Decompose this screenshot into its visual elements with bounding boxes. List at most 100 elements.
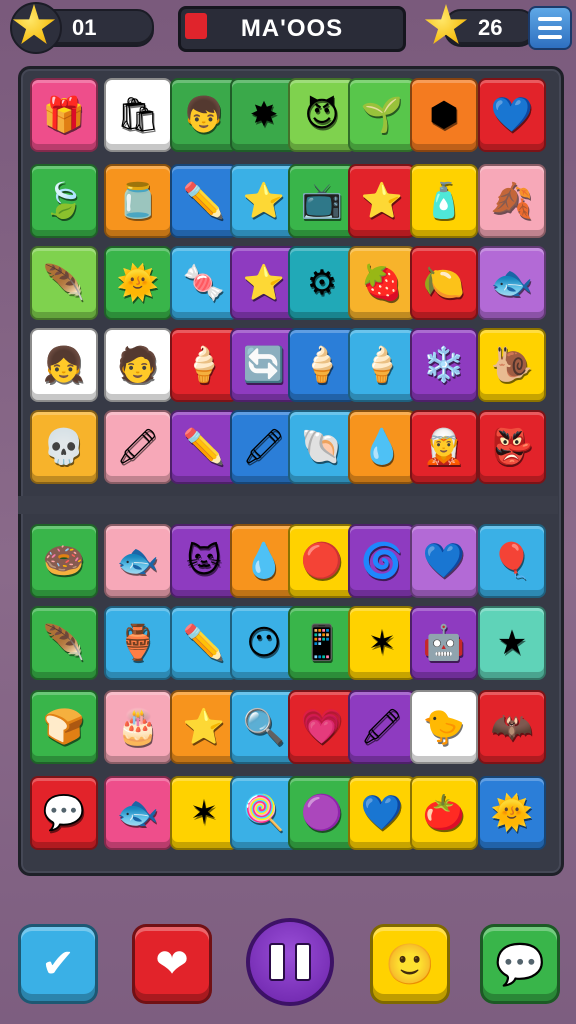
face-button[interactable]: 🙂 (370, 924, 450, 1004)
chat-button[interactable]: 💬 (480, 924, 560, 1004)
gift-box-icon: 🎁 (42, 95, 86, 135)
tile-r1-c3[interactable]: 👦 (170, 78, 238, 152)
tile-r8-c5[interactable]: 💗 (288, 690, 356, 764)
tile-r9-c3[interactable]: ✶ (170, 776, 238, 850)
heart-button[interactable]: ❤ (132, 924, 212, 1004)
tile-r4-c8[interactable]: 🐌 (478, 328, 546, 402)
tile-r6-c2[interactable]: 🐟 (104, 524, 172, 598)
tile-r7-c6[interactable]: ✶ (348, 606, 416, 680)
tile-r2-c3[interactable]: ✏️ (170, 164, 238, 238)
menu-button[interactable] (528, 6, 572, 50)
check-button[interactable]: ✔ (18, 924, 98, 1004)
tile-r4-c2[interactable]: 🧑 (104, 328, 172, 402)
cake-slice-icon: 🎂 (116, 707, 160, 747)
tile-r3-c6[interactable]: 🍓 (348, 246, 416, 320)
tile-r2-c1[interactable]: 🍃 (30, 164, 98, 238)
tile-r8-c8[interactable]: 🦇 (478, 690, 546, 764)
devil-face-icon: 😈 (304, 95, 340, 135)
sun-icon: 🌞 (116, 263, 160, 303)
tile-r1-c5[interactable]: 😈 (288, 78, 356, 152)
tiki-jar-icon: 🫙 (116, 181, 160, 221)
tile-r8-c3[interactable]: ⭐ (170, 690, 238, 764)
tile-r1-c1[interactable]: 🎁 (30, 78, 98, 152)
tile-r7-c2[interactable]: 🏺 (104, 606, 172, 680)
tile-r4-c5[interactable]: 🍦 (288, 328, 356, 402)
blue-feather-icon: 🪶 (42, 623, 86, 663)
tile-r6-c7[interactable]: 💙 (410, 524, 478, 598)
tile-r2-c7[interactable]: 🧴 (410, 164, 478, 238)
tile-r2-c2[interactable]: 🫙 (104, 164, 172, 238)
tile-r4-c3[interactable]: 🍦 (170, 328, 238, 402)
green-slug-icon: 🐌 (490, 345, 534, 385)
cube-shield-icon: ⬢ (429, 95, 459, 135)
tile-r8-c6[interactable]: 🖍 (348, 690, 416, 764)
toaster-icon: 🍞 (42, 707, 86, 747)
tile-r1-c8[interactable]: 💙 (478, 78, 546, 152)
tile-r6-c1[interactable]: 🍩 (30, 524, 98, 598)
tile-r9-c8[interactable]: 🌞 (478, 776, 546, 850)
tile-r7-c7[interactable]: 🤖 (410, 606, 478, 680)
tile-r1-c2[interactable]: 🛍 (104, 78, 172, 152)
right-counter-value: 26 (478, 15, 503, 40)
tile-r3-c5[interactable]: ⚙ (288, 246, 356, 320)
jam-jar-icon: 🍓 (360, 263, 404, 303)
tile-r9-c5[interactable]: 🟣 (288, 776, 356, 850)
tile-r3-c1[interactable]: 🪶 (30, 246, 98, 320)
tile-r4-c7[interactable]: ❄️ (410, 328, 478, 402)
tile-r5-c2[interactable]: 🖍 (104, 410, 172, 484)
tile-r4-c6[interactable]: 🍦 (348, 328, 416, 402)
tile-r1-c7[interactable]: ⬢ (410, 78, 478, 152)
yellow-pencil-icon: ✏️ (182, 427, 226, 467)
tile-r9-c2[interactable]: 🐟 (104, 776, 172, 850)
tile-r7-c3[interactable]: ✏️ (170, 606, 238, 680)
pencil-icon: ✏️ (182, 181, 226, 221)
tile-r6-c5[interactable]: 🔴 (288, 524, 356, 598)
tile-r5-c6[interactable]: 💧 (348, 410, 416, 484)
tile-r8-c7[interactable]: 🐤 (410, 690, 478, 764)
tile-r9-c7[interactable]: 🍅 (410, 776, 478, 850)
red-balloon-icon: 🎈 (490, 541, 534, 581)
pause-button[interactable] (246, 918, 334, 1006)
tile-r7-c5[interactable]: 📱 (288, 606, 356, 680)
tile-r2-c6[interactable]: ⭐ (348, 164, 416, 238)
tile-r2-c8[interactable]: 🍂 (478, 164, 546, 238)
feather-icon: 🪶 (42, 263, 86, 303)
tv-screen-icon: 📺 (300, 181, 344, 221)
gold-star-icon: ⭐ (360, 181, 404, 221)
red-starfish-icon: ✶ (367, 623, 397, 663)
tile-r5-c3[interactable]: ✏️ (170, 410, 238, 484)
green-crayon-icon: 🖍 (116, 427, 160, 467)
tile-r7-c1[interactable]: 🪶 (30, 606, 98, 680)
tile-r6-c6[interactable]: 🌀 (348, 524, 416, 598)
magnifier-icon: 🔍 (242, 707, 286, 747)
tile-r3-c7[interactable]: 🍋 (410, 246, 478, 320)
tile-r6-c8[interactable]: 🎈 (478, 524, 546, 598)
pink-drop-icon: 💧 (360, 427, 404, 467)
tile-r3-c8[interactable]: 🐟 (478, 246, 546, 320)
tile-r7-c8[interactable]: ★ (478, 606, 546, 680)
red-splat-icon: ✸ (249, 95, 279, 135)
donut-icon: 🍩 (42, 541, 86, 581)
tile-r9-c1[interactable]: 💬 (30, 776, 98, 850)
tile-r8-c1[interactable]: 🍞 (30, 690, 98, 764)
ice-cream-cone-icon: 🍦 (300, 345, 344, 385)
ice-cream-cone-icon: 🍦 (360, 345, 404, 385)
tomato-icon: 🍅 (422, 793, 466, 833)
tile-r8-c2[interactable]: 🎂 (104, 690, 172, 764)
tile-r1-c6[interactable]: 🌱 (348, 78, 416, 152)
green-ring-icon: 🔄 (242, 345, 286, 385)
tile-r2-c5[interactable]: 📺 (288, 164, 356, 238)
popsicle-icon: 🍭 (242, 793, 286, 833)
tile-r3-c2[interactable]: 🌞 (104, 246, 172, 320)
tile-r9-c6[interactable]: 💙 (348, 776, 416, 850)
tile-r5-c5[interactable]: 🐚 (288, 410, 356, 484)
purple-bottle-icon: 🧴 (422, 181, 466, 221)
girl-face-icon: 👧 (42, 345, 86, 385)
star-badge-icon: ⭐ (182, 707, 226, 747)
tile-r4-c1[interactable]: 👧 (30, 328, 98, 402)
tile-r6-c3[interactable]: 🐱 (170, 524, 238, 598)
tile-r5-c8[interactable]: 👺 (478, 410, 546, 484)
tile-r5-c1[interactable]: 💀 (30, 410, 98, 484)
tile-r5-c7[interactable]: 🧝 (410, 410, 478, 484)
tile-r3-c3[interactable]: 🍬 (170, 246, 238, 320)
